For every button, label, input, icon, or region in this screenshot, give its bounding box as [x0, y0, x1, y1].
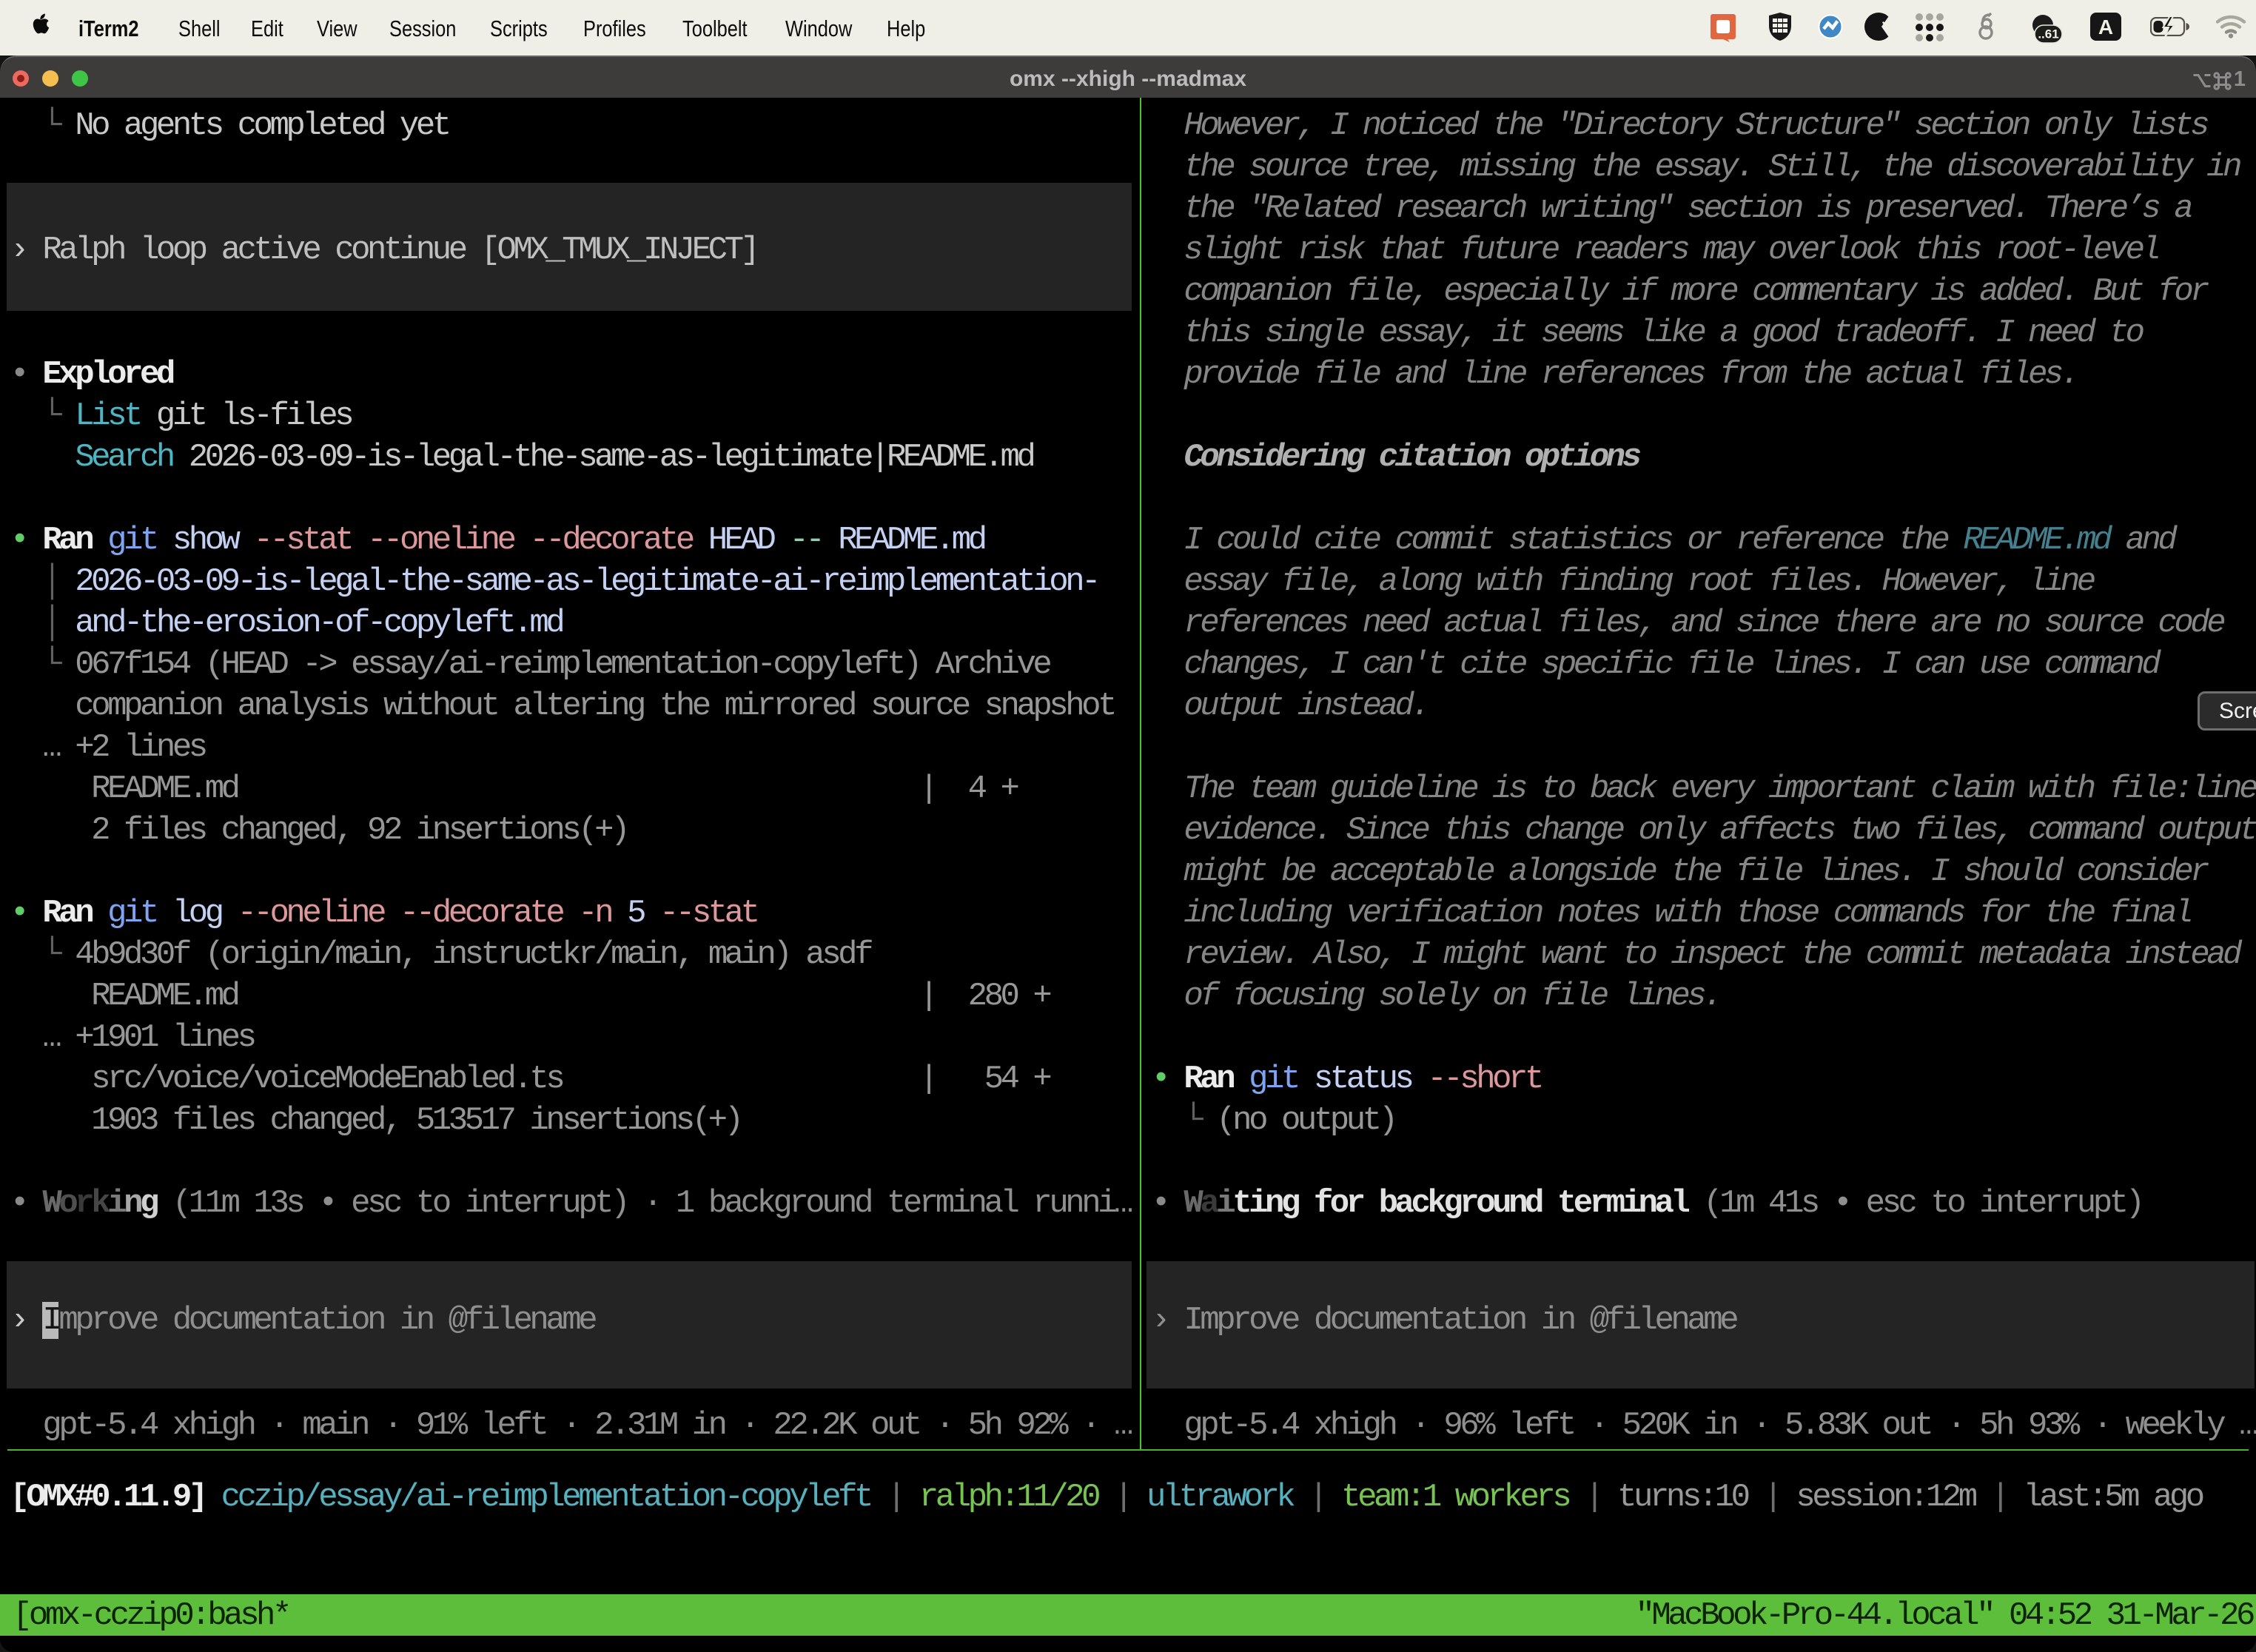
- svg-text:A: A: [2098, 16, 2113, 38]
- svg-text:..61: ..61: [2038, 27, 2058, 41]
